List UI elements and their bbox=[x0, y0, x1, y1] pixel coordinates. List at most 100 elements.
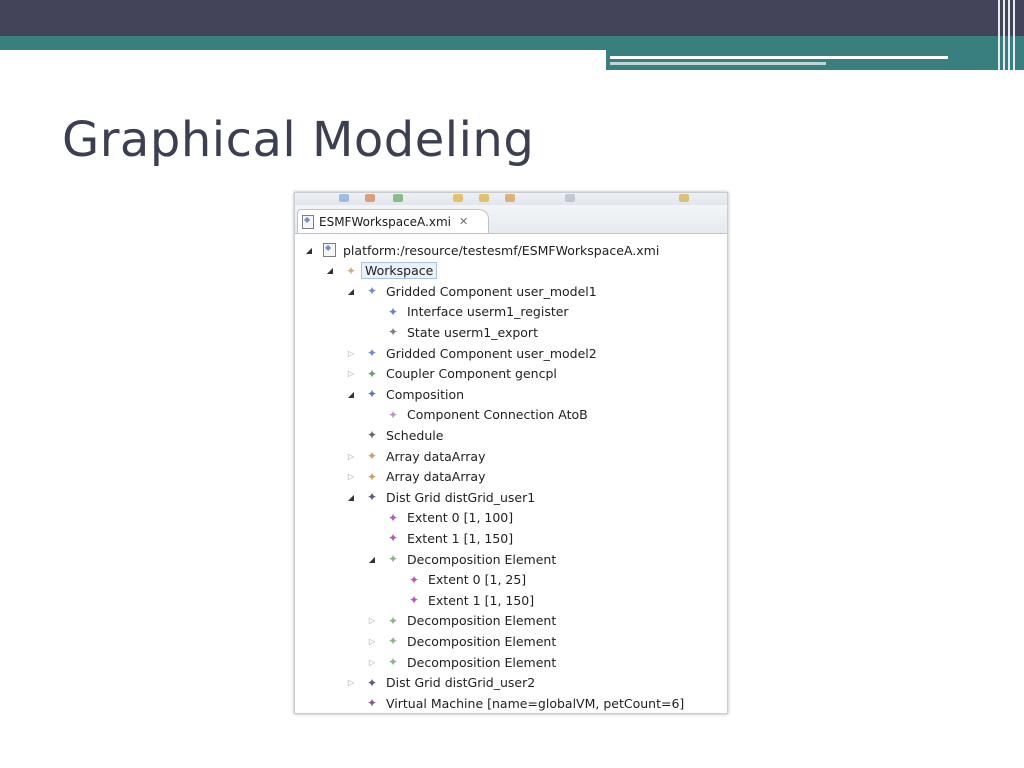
collapsed-arrow-icon[interactable]: ▷ bbox=[346, 349, 356, 358]
tree-item[interactable]: ▷ ✦ Dist Grid distGrid_user2 bbox=[346, 673, 535, 693]
editor-toolbar bbox=[295, 193, 727, 205]
tree-item[interactable]: ▷ ✦ Array dataArray bbox=[346, 446, 486, 466]
array-icon: ✦ bbox=[366, 449, 378, 463]
collapsed-arrow-icon[interactable]: ▷ bbox=[367, 616, 377, 625]
editor-tab[interactable]: ESMFWorkspaceA.xmi ✕ bbox=[297, 209, 489, 233]
tree-item-label: Extent 0 [1, 25] bbox=[428, 572, 527, 588]
tree-item[interactable]: ▷ ✦ Gridded Component user_model2 bbox=[346, 343, 597, 363]
decomposition-icon: ✦ bbox=[387, 613, 399, 628]
slide-header-bar bbox=[0, 0, 1024, 36]
connection-icon: ✦ bbox=[387, 407, 399, 422]
collapsed-arrow-icon[interactable]: ▷ bbox=[367, 637, 377, 646]
expanded-arrow-icon[interactable]: ◢ bbox=[346, 390, 356, 399]
tree-item-label: Schedule bbox=[386, 427, 444, 443]
expanded-arrow-icon[interactable]: ◢ bbox=[304, 246, 314, 255]
workspace-icon: ✦ bbox=[345, 263, 357, 278]
expanded-arrow-icon[interactable]: ◢ bbox=[325, 266, 335, 275]
tree-editor-screenshot: ESMFWorkspaceA.xmi ✕ ◢ platform:/resource… bbox=[294, 192, 728, 714]
tree-item[interactable]: ▷ ✦ Coupler Component gencpl bbox=[346, 364, 557, 384]
tree-item[interactable]: ◢ ✦ Decomposition Element bbox=[367, 549, 556, 569]
slide-accent-tab bbox=[606, 50, 1024, 70]
tree-item-label: Extent 1 [1, 150] bbox=[428, 592, 535, 608]
extent-icon: ✦ bbox=[408, 572, 420, 587]
tree-item[interactable]: ▷ ✦ Array dataArray bbox=[346, 467, 486, 487]
tree-item[interactable]: ✦ Extent 1 [1, 150] bbox=[367, 528, 513, 548]
decomposition-icon: ✦ bbox=[387, 552, 399, 566]
editor-tab-label: ESMFWorkspaceA.xmi bbox=[319, 214, 451, 229]
xmi-resource-icon bbox=[323, 243, 336, 257]
extent-icon: ✦ bbox=[387, 531, 399, 546]
tree-item-label: Array dataArray bbox=[386, 469, 486, 485]
collapsed-arrow-icon[interactable]: ▷ bbox=[346, 678, 356, 687]
tree-item[interactable]: ◢ platform:/resource/testesmf/ESMFWorkspa… bbox=[304, 240, 659, 260]
xmi-file-icon bbox=[302, 214, 314, 229]
tree-item-label: State userm1_export bbox=[407, 324, 538, 340]
tree-item-label: Dist Grid distGrid_user1 bbox=[386, 489, 536, 505]
decomposition-icon: ✦ bbox=[387, 655, 399, 669]
decomposition-icon: ✦ bbox=[387, 634, 399, 649]
tree-item-label: Array dataArray bbox=[386, 448, 486, 464]
tree-item[interactable]: ◢ ✦ Gridded Component user_model1 bbox=[346, 281, 597, 301]
toolbar-package-icon[interactable] bbox=[365, 194, 375, 202]
slide-accent-stripe bbox=[610, 56, 948, 59]
tree-item-label: Dist Grid distGrid_user2 bbox=[386, 675, 536, 691]
tree-item[interactable]: ✦ Interface userm1_register bbox=[367, 302, 569, 322]
tree-item-label: Gridded Component user_model1 bbox=[386, 283, 597, 299]
toolbar-arrow-icon[interactable] bbox=[679, 194, 689, 202]
expanded-arrow-icon[interactable]: ◢ bbox=[367, 555, 377, 564]
tree-item-label: platform:/resource/testesmf/ESMFWorkspac… bbox=[343, 242, 660, 258]
tree-item[interactable]: ✦ Extent 0 [1, 25] bbox=[388, 570, 526, 590]
tree-item[interactable]: ◢ ✦ Dist Grid distGrid_user1 bbox=[346, 487, 535, 507]
tree-item[interactable]: ◢ ✦ Workspace bbox=[325, 261, 438, 281]
tree-item-label: Decomposition Element bbox=[407, 551, 557, 567]
tree-item-label: Decomposition Element bbox=[407, 613, 557, 629]
coupler-component-icon: ✦ bbox=[366, 366, 378, 381]
toolbar-view-icon[interactable] bbox=[565, 194, 575, 202]
toolbar-open-icon[interactable] bbox=[479, 194, 489, 202]
tree-item-label: Virtual Machine [name=globalVM, petCount… bbox=[386, 695, 685, 711]
toolbar-folder-icon[interactable] bbox=[339, 194, 349, 202]
tree-item-label: Extent 1 [1, 150] bbox=[407, 530, 514, 546]
tree-item[interactable]: ✦ Component Connection AtoB bbox=[367, 405, 588, 425]
collapsed-arrow-icon[interactable]: ▷ bbox=[346, 472, 356, 481]
slide-accent-band bbox=[0, 36, 1024, 50]
tree-item[interactable]: ✦ Extent 1 [1, 150] bbox=[388, 590, 534, 610]
tree-item-label: Interface userm1_register bbox=[407, 304, 569, 320]
tree-item-label: Decomposition Element bbox=[407, 654, 557, 670]
virtual-machine-icon: ✦ bbox=[366, 696, 378, 711]
state-icon: ✦ bbox=[387, 325, 399, 340]
expanded-arrow-icon[interactable]: ◢ bbox=[346, 287, 356, 296]
tree-item[interactable]: ▷ ✦ Decomposition Element bbox=[367, 631, 556, 651]
tree-item[interactable]: ✦ State userm1_export bbox=[367, 322, 538, 342]
schedule-icon: ✦ bbox=[366, 428, 378, 443]
expanded-arrow-icon[interactable]: ◢ bbox=[346, 493, 356, 502]
collapsed-arrow-icon[interactable]: ▷ bbox=[367, 658, 377, 667]
slide-accent-stripe bbox=[610, 62, 826, 65]
composition-icon: ✦ bbox=[366, 387, 378, 402]
tree-item[interactable]: ▷ ✦ Decomposition Element bbox=[367, 652, 556, 672]
close-icon[interactable]: ✕ bbox=[459, 215, 468, 228]
distgrid-icon: ✦ bbox=[366, 675, 378, 690]
tree-item[interactable]: ✦ Virtual Machine [name=globalVM, petCoun… bbox=[346, 693, 684, 713]
tree-item-label: Workspace bbox=[361, 262, 438, 280]
tree-item[interactable]: ▷ ✦ Decomposition Element bbox=[367, 611, 556, 631]
tree-item-label: Coupler Component gencpl bbox=[386, 366, 557, 382]
collapsed-arrow-icon[interactable]: ▷ bbox=[346, 369, 356, 378]
tree-item-label: Composition bbox=[386, 386, 465, 402]
tree-item[interactable]: ◢ ✦ Composition bbox=[346, 384, 464, 404]
toolbar-open-icon[interactable] bbox=[453, 194, 463, 202]
distgrid-icon: ✦ bbox=[366, 490, 378, 505]
extent-icon: ✦ bbox=[387, 510, 399, 525]
tree-item-label: Decomposition Element bbox=[407, 633, 557, 649]
array-icon: ✦ bbox=[366, 469, 378, 484]
toolbar-edit-icon[interactable] bbox=[505, 194, 515, 202]
toolbar-run-icon[interactable] bbox=[393, 194, 403, 202]
collapsed-arrow-icon[interactable]: ▷ bbox=[346, 452, 356, 461]
slide-decorative-lines bbox=[998, 0, 1016, 70]
slide-title: Graphical Modeling bbox=[62, 112, 535, 168]
tree-item[interactable]: ✦ Schedule bbox=[346, 425, 443, 445]
tree-item-label: Component Connection AtoB bbox=[407, 407, 588, 423]
tree-item-label: Gridded Component user_model2 bbox=[386, 345, 597, 361]
tree-item-label: Extent 0 [1, 100] bbox=[407, 510, 514, 526]
tree-item[interactable]: ✦ Extent 0 [1, 100] bbox=[367, 508, 513, 528]
